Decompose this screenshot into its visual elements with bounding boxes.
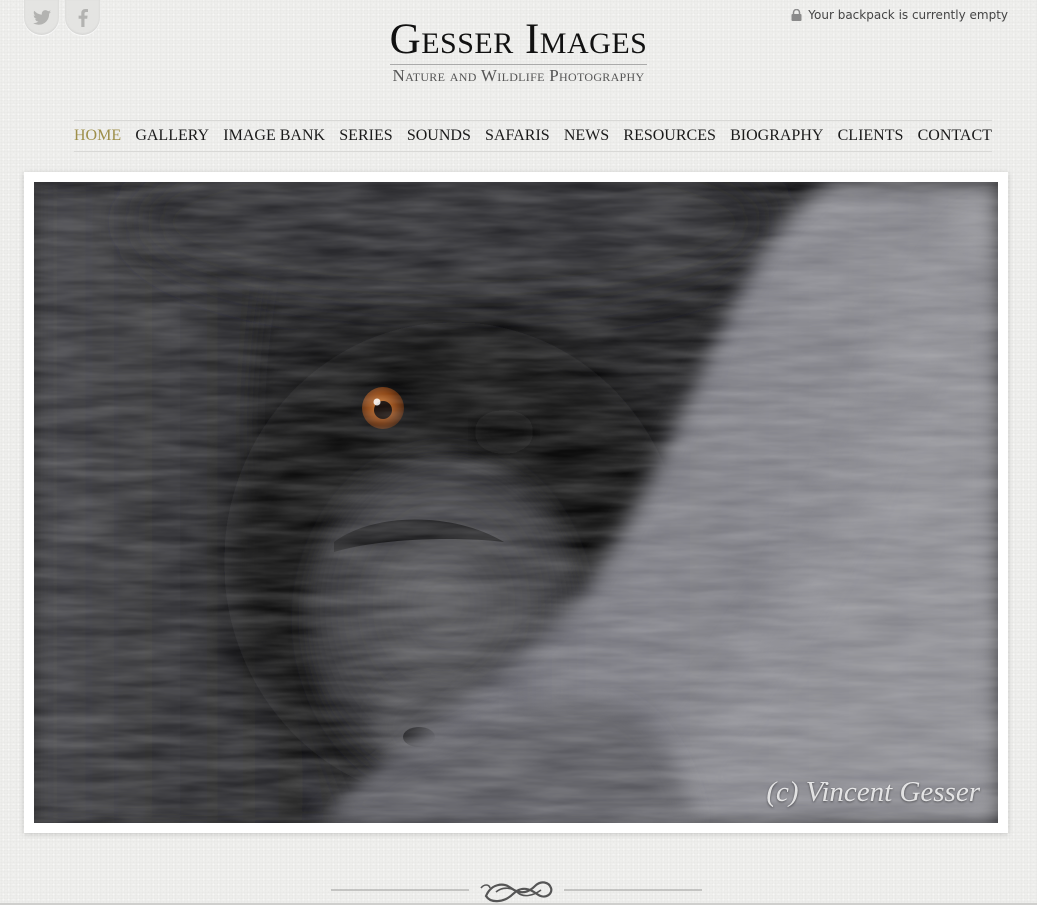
nav-image-bank[interactable]: IMAGE BANK bbox=[223, 127, 325, 145]
nav-series[interactable]: SERIES bbox=[339, 127, 392, 145]
hero-photo[interactable]: (c) Vincent Gesser bbox=[34, 182, 998, 823]
main-nav: HOME GALLERY IMAGE BANK SERIES SOUNDS SA… bbox=[74, 120, 992, 152]
nav-resources[interactable]: RESOURCES bbox=[623, 127, 715, 145]
nav-contact[interactable]: CONTACT bbox=[918, 127, 992, 145]
hero-frame: (c) Vincent Gesser bbox=[24, 172, 1008, 833]
nav-gallery[interactable]: GALLERY bbox=[135, 127, 209, 145]
photo-watermark: (c) Vincent Gesser bbox=[766, 776, 980, 808]
nav-clients[interactable]: CLIENTS bbox=[838, 127, 904, 145]
ornament-divider-icon bbox=[331, 881, 702, 903]
gorilla-photo-image bbox=[34, 182, 998, 823]
logo-title: Gesser Images bbox=[389, 16, 648, 63]
nav-news[interactable]: NEWS bbox=[564, 127, 609, 145]
site-logo[interactable]: Gesser Images Nature and Wildlife Photog… bbox=[0, 18, 1037, 86]
nav-safaris[interactable]: SAFARIS bbox=[485, 127, 550, 145]
nav-sounds[interactable]: SOUNDS bbox=[407, 127, 471, 145]
logo-subtitle: Nature and Wildlife Photography bbox=[392, 66, 645, 85]
logo-divider bbox=[389, 64, 648, 65]
nav-home[interactable]: HOME bbox=[74, 127, 121, 145]
nav-biography[interactable]: BIOGRAPHY bbox=[730, 127, 823, 145]
